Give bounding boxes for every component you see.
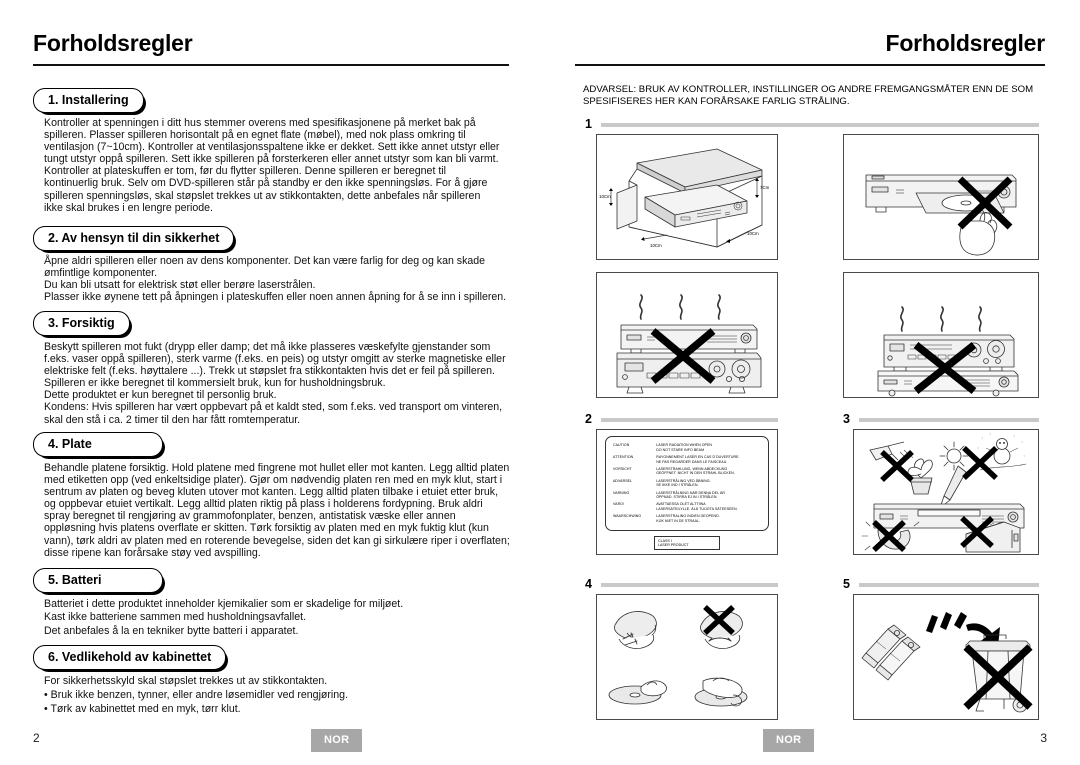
figure-panel-1b: [843, 134, 1039, 260]
page-title-left: Forholdsregler: [33, 30, 193, 56]
section-heading-label: 5. Batteri: [33, 568, 165, 595]
no-touch-tray-illustration: [865, 174, 1017, 256]
figure-number-5: 5: [843, 577, 850, 591]
table-row: ATTENTION RAYONNEMENT LASER EN CAS D'OUV…: [613, 454, 762, 466]
laser-msg: LASER RADIATION WHEN OPEN DO NOT STARE I…: [656, 443, 712, 452]
laser-label-box: CAUTION LASER RADIATION WHEN OPEN DO NOT…: [605, 436, 769, 532]
figure-number-4: 4: [585, 577, 592, 591]
figure-panel-laser-label: CAUTION LASER RADIATION WHEN OPEN DO NOT…: [596, 429, 778, 555]
page-number-right: 3: [1040, 731, 1047, 745]
paragraph: Det anbefales å la en tekniker bytte bat…: [44, 624, 299, 637]
figure-number-2: 2: [585, 412, 592, 426]
language-badge-left: NOR: [311, 729, 363, 752]
manual-page-spread: Forholdsregler 1. Installering Kontrolle…: [0, 0, 1080, 765]
figure-panel-stack-a: [596, 272, 778, 398]
laser-lang: ADVARSEL: [613, 478, 633, 483]
figure-panel-1a: 7Cm 10Cm 10Cm 10Cm: [596, 134, 778, 260]
paragraph: • Tørk av kabinettet med en myk, tørr kl…: [44, 703, 241, 715]
laser-lang: VORSICHT: [613, 466, 632, 471]
paragraph: • Bruk ikke benzen, tynner, eller andre …: [44, 689, 349, 701]
section-heading-installering: 1. Installering: [33, 88, 146, 115]
title-rule-right: [575, 64, 1045, 66]
section-heading-kabinett: 6. Vedlikehold av kabinettet: [33, 645, 229, 672]
figure-panel-battery-disposal: [853, 594, 1039, 720]
laser-lang: VARNING: [613, 490, 630, 495]
laser-lang: WAARSCHWING: [613, 514, 642, 519]
section-heading-label: 6. Vedlikehold av kabinettet: [33, 645, 229, 672]
figure-rule-5: [859, 583, 1039, 587]
paragraph: For sikkerhetsskyld skal støpslet trekke…: [44, 675, 328, 687]
table-row: VARO! AVATTAESSA OLET ALTTIINA LASERSÄTE…: [613, 501, 762, 513]
laser-lang: VARO!: [613, 502, 625, 507]
section-heading-sikkerhet: 2. Av hensyn til din sikkerhet: [33, 226, 237, 253]
left-page: Forholdsregler 1. Installering Kontrolle…: [0, 0, 540, 765]
battery-disposal-illustration: [861, 612, 1033, 713]
laser-msg: AVATTAESSA OLET ALTTIINA LASERSÄTEILYLLE…: [656, 502, 738, 511]
section-body-batteri: Batteriet i dette produktet inneholder k…: [44, 598, 510, 638]
table-row: CAUTION LASER RADIATION WHEN OPEN DO NOT…: [613, 442, 762, 454]
laser-msg: LASERSTRAHLUNG, WENN ABDECKUNG GEÖFFNET.…: [656, 466, 735, 476]
paragraph: Dette produktet er kun beregnet til pers…: [44, 389, 277, 402]
laser-label-card: CAUTION LASER RADIATION WHEN OPEN DO NOT…: [605, 436, 769, 551]
laser-warning-text: ADVARSEL: BRUK AV KONTROLLER, INSTILLING…: [583, 84, 1034, 107]
section-heading-label: 3. Forsiktig: [33, 311, 132, 338]
section-body-installering: Kontroller at spenningen i ditt hus stem…: [44, 117, 502, 214]
paragraph: Batteriet i dette produktet inneholder k…: [44, 598, 404, 610]
dimension-label: 10Cm: [747, 231, 759, 236]
figure-rule-1: [601, 123, 1039, 127]
table-row: ADVARSEL LASERSTRÅLING VED ÅBNING. SE IK…: [613, 477, 762, 489]
dimension-label: 10Cm: [650, 243, 662, 248]
dimension-label: 7Cm: [760, 185, 770, 190]
table-row: VARNING LASERSTRÅLNING NÄR DENNA DEL ÄR …: [613, 489, 762, 501]
no-stacking-illustration-b: [877, 306, 1019, 397]
laser-class-box: CLASS I LASER PRODUCT: [654, 536, 720, 551]
page-number-left: 2: [33, 731, 40, 745]
laser-lang: CAUTION: [613, 443, 630, 448]
paragraph: Åpne aldri spilleren eller noen av dens …: [44, 255, 486, 280]
page-title-right: Forholdsregler: [885, 30, 1045, 56]
paragraph: Beskytt spilleren mot fukt (drypp eller …: [44, 341, 506, 390]
paragraph: Kontroller at spenningen i ditt hus stem…: [44, 117, 500, 214]
title-rule-left: [33, 64, 509, 66]
no-stacking-illustration-a: [616, 294, 762, 394]
laser-msg: LASERSTRÅLING VED ÅBNING. SE IKKE IND I …: [656, 478, 711, 488]
laser-class-line-2: LASER PRODUCT: [658, 543, 689, 548]
table-row: VORSICHT LASERSTRAHLUNG, WENN ABDECKUNG …: [613, 466, 762, 478]
section-heading-label: 4. Plate: [33, 432, 165, 459]
figure-rule-3: [859, 418, 1039, 422]
paragraph: Kast ikke batteriene sammen med husholdn…: [44, 611, 307, 624]
figure-rule-2: [601, 418, 778, 422]
dimension-label: 10Cm: [599, 194, 611, 199]
figure-panel-hazards: [853, 429, 1039, 555]
section-heading-forsiktig: 3. Forsiktig: [33, 311, 132, 338]
laser-label-table: CAUTION LASER RADIATION WHEN OPEN DO NOT…: [613, 442, 762, 524]
laser-msg: RAYONNEMENT LASER EN CAS D'OUVERTURE. NE…: [656, 455, 740, 464]
figure-number-3: 3: [843, 412, 850, 426]
section-heading-plate: 4. Plate: [33, 432, 165, 459]
language-badge-right: NOR: [763, 729, 815, 752]
section-body-sikkerhet: Åpne aldri spilleren eller noen av dens …: [44, 255, 510, 303]
cabinet-clearance-illustration: 7Cm 10Cm 10Cm 10Cm: [599, 148, 770, 248]
figure-rule-4: [601, 583, 778, 587]
disc-handling-illustration: [608, 604, 748, 707]
environment-hazards-illustration: [861, 433, 1027, 553]
section-heading-batteri: 5. Batteri: [33, 568, 165, 595]
laser-lang: ATTENTION: [613, 455, 634, 460]
section-body-forsiktig: Beskytt spilleren mot fukt (drypp eller …: [44, 341, 506, 426]
section-heading-label: 1. Installering: [33, 88, 146, 115]
figure-panel-disc-handling: [596, 594, 778, 720]
figure-panel-stack-b: [843, 272, 1039, 398]
paragraph: Plasser ikke øynene tett på åpningen i p…: [44, 291, 507, 304]
section-body-kabinett: For sikkerhetsskyld skal støpslet trekke…: [44, 674, 510, 716]
paragraph: Kondens: Hvis spilleren har vært oppbeva…: [44, 401, 503, 426]
section-heading-label: 2. Av hensyn til din sikkerhet: [33, 226, 237, 253]
table-row: WAARSCHWING LASERSTRALING INDIEN GEOPEND…: [613, 513, 762, 525]
paragraph: Behandle platene forsiktig. Hold platene…: [44, 462, 510, 559]
laser-msg: LASERSTRÅLNING NÄR DENNA DEL ÄR ÖPPNAD. …: [656, 490, 726, 500]
figure-number-1: 1: [585, 117, 592, 131]
laser-msg: LASERSTRALING INDIEN GEOPEND. KIJK NIET …: [656, 514, 720, 523]
paragraph: Du kan bli utsatt for elektrisk støt ell…: [44, 279, 316, 292]
section-body-plate: Behandle platene forsiktig. Hold platene…: [44, 462, 510, 559]
